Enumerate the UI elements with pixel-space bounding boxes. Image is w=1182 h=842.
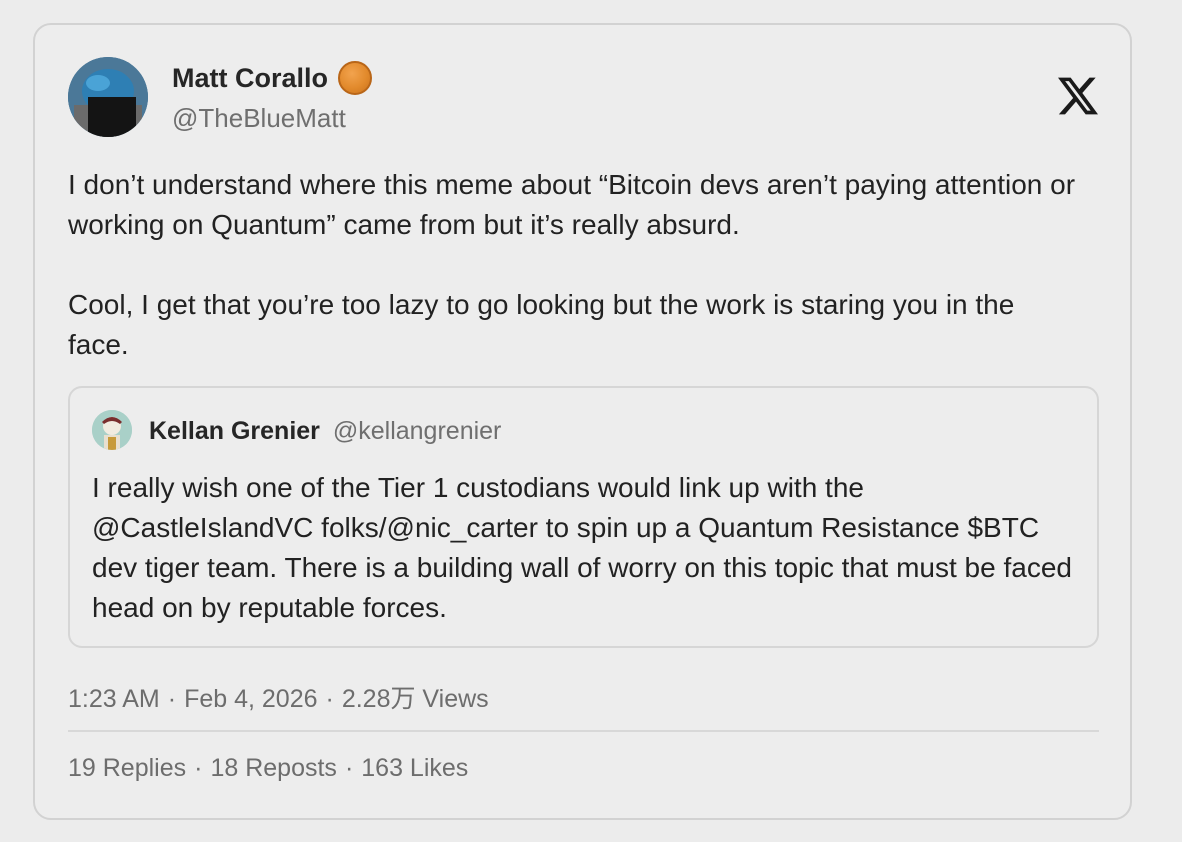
avatar-image: [68, 57, 148, 137]
author-handle[interactable]: @TheBlueMatt: [172, 103, 346, 134]
tweet-stats: 19 Replies · 18 Reposts · 163 Likes: [68, 754, 468, 783]
badge-icon: [338, 61, 373, 95]
divider: [68, 730, 1099, 732]
stats-separator: ·: [344, 754, 354, 782]
meta-separator: ·: [167, 685, 177, 713]
quoted-avatar[interactable]: [92, 410, 132, 450]
tweet-date[interactable]: Feb 4, 2026: [184, 685, 317, 713]
tweet-time[interactable]: 1:23 AM: [68, 685, 160, 713]
x-logo-icon[interactable]: [1058, 77, 1098, 115]
quoted-author-handle[interactable]: @kellangrenier: [333, 417, 502, 445]
quoted-header: Kellan Grenier @kellangrenier: [149, 417, 501, 446]
meta-separator: ·: [325, 685, 334, 713]
replies-count[interactable]: 19 Replies: [68, 754, 186, 782]
tweet-meta: 1:23 AM · Feb 4, 2026 · 2.28万 Views: [68, 679, 489, 715]
tweet-card: Matt Corallo @TheBlueMatt I don’t unders…: [33, 23, 1132, 820]
tweet-text: I don’t understand where this meme about…: [68, 169, 1076, 360]
author-name[interactable]: Matt Corallo: [172, 61, 373, 95]
author-name-text: Matt Corallo: [172, 62, 329, 93]
avatar[interactable]: [68, 57, 148, 137]
stats-separator: ·: [194, 754, 203, 782]
quoted-text: I really wish one of the Tier 1 custodia…: [92, 472, 1072, 623]
quoted-tweet[interactable]: Kellan Grenier @kellangrenier I really w…: [68, 386, 1099, 648]
quoted-avatar-image: [92, 410, 132, 450]
likes-count[interactable]: 163 Likes: [361, 754, 468, 782]
quoted-author-name[interactable]: Kellan Grenier: [149, 417, 320, 445]
tweet-views: 2.28万 Views: [341, 685, 489, 713]
reposts-count[interactable]: 18 Reposts: [210, 754, 336, 782]
